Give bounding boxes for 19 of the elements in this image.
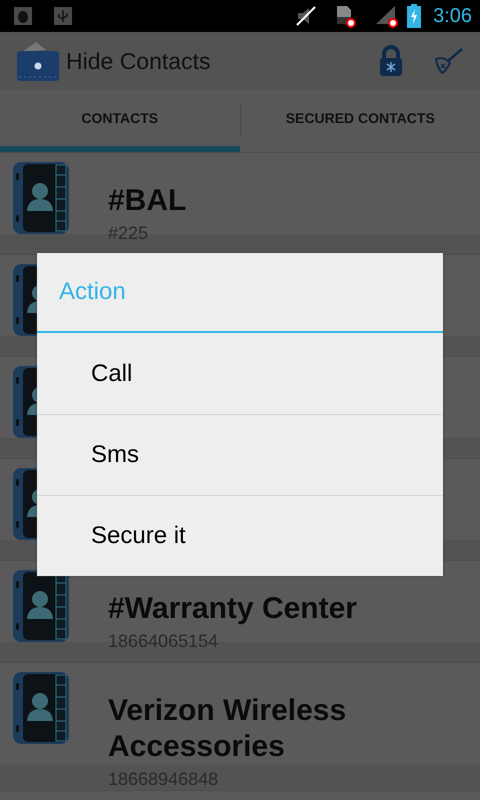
dialog-title: Action [37,253,443,333]
contact-name: #Warranty Center [108,591,357,627]
clock-time: 3:06 [433,4,472,28]
sd-card-icon [335,4,358,28]
contact-book-icon [12,569,70,643]
contact-name: #BAL [108,183,186,219]
contact-book-icon [12,671,70,745]
menu-item[interactable]: Sms [37,414,443,495]
battery-icon [407,4,422,28]
signal-icon [375,4,400,28]
usb-icon [54,7,72,25]
contact-book-icon [12,161,70,235]
wallet-icon [16,40,62,82]
contact-name: Verizon Wireless Accessories [108,693,348,765]
app-title: Hide Contacts [66,48,210,74]
lock-icon[interactable] [378,45,404,77]
mute-icon [295,5,318,27]
menu-item[interactable]: Call [37,333,443,414]
menu-item[interactable]: Secure it [37,495,443,576]
